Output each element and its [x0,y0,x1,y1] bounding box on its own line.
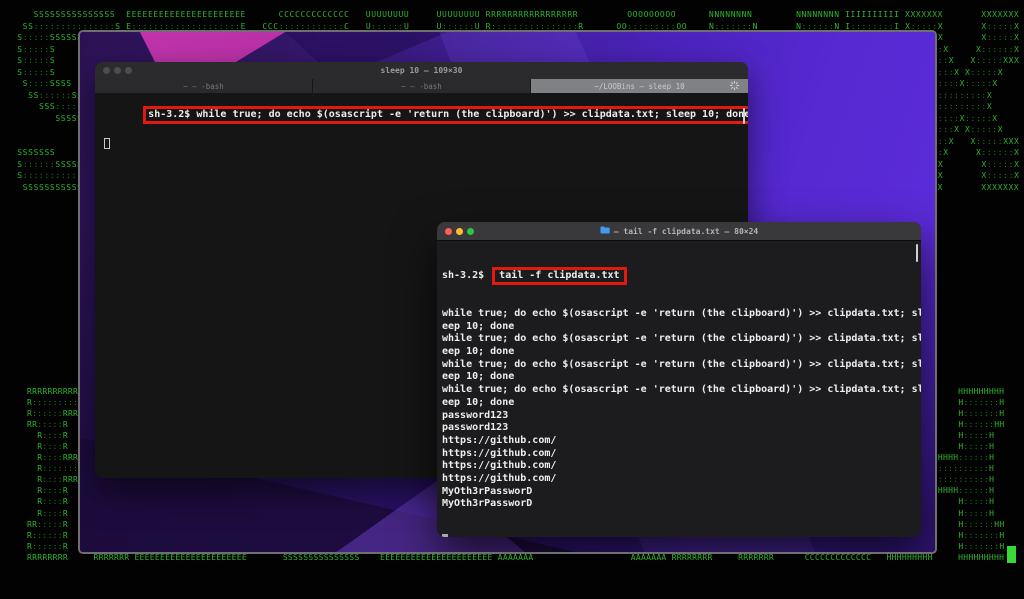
terminal-output-line: https://github.com/ [442,473,921,486]
front-terminal-content[interactable]: sh-3.2$ tail -f clipdata.txt while true;… [437,241,921,537]
back-terminal-titlebar[interactable]: sleep 10 — 109×30 [95,62,748,79]
terminal-output-line: while true; do echo $(osascript -e 'retu… [442,384,921,397]
red-highlight-box: sh-3.2$ while true; do echo $(osascript … [143,106,748,124]
terminal-output: while true; do echo $(osascript -e 'retu… [442,308,921,511]
shell-prompt: sh-3.2$ [442,270,490,281]
active-text-cursor [442,534,448,537]
window-title: — tail -f clipdata.txt — 80×24 [614,227,759,236]
terminal-output-line: eep 10; done [442,346,921,359]
minimize-button[interactable] [456,228,463,235]
terminal-output-line: while true; do echo $(osascript -e 'retu… [442,333,921,346]
tab-activity-spinner-icon [730,81,739,92]
desktop-screenshot: sleep 10 — 109×30 ~ — -bash ~ — -bash ~/… [78,30,937,554]
close-button[interactable] [445,228,452,235]
background-terminal-block-cursor [1007,546,1016,563]
highlighted-command: tail -f clipdata.txt [499,270,619,281]
terminal-output-line: password123 [442,422,921,435]
terminal-output-line: MyOth3rPassworD [442,486,921,499]
scrollbar-thumb[interactable] [916,244,918,262]
tab-bar: ~ — -bash ~ — -bash ~/LOOBins — sleep 10 [95,79,748,93]
shell-command-line: sh-3.2$ while true; do echo $(osascript … [148,109,748,120]
terminal-output-line: https://github.com/ [442,448,921,461]
front-terminal-window[interactable]: — tail -f clipdata.txt — 80×24 sh-3.2$ t… [437,222,921,537]
terminal-output-line: https://github.com/ [442,435,921,448]
inactive-text-cursor [104,138,110,149]
window-title: sleep 10 — 109×30 [95,66,748,75]
zoom-button[interactable] [125,67,132,74]
terminal-output-line: eep 10; done [442,371,921,384]
close-button[interactable] [103,67,110,74]
terminal-output-line: MyOth3rPassworD [442,498,921,511]
red-highlight-box: tail -f clipdata.txt [492,267,626,285]
terminal-output-line: while true; do echo $(osascript -e 'retu… [442,359,921,372]
scrollbar-thumb[interactable] [743,108,745,124]
folder-proxy-icon [600,226,610,236]
shell-prompt-line: sh-3.2$ tail -f clipdata.txt [442,265,921,286]
tab-label: ~/LOOBins — sleep 10 [594,82,684,91]
tab-bash-1[interactable]: ~ — -bash [95,79,313,93]
terminal-output-line: while true; do echo $(osascript -e 'retu… [442,308,921,321]
terminal-output-line: eep 10; done [442,397,921,410]
back-terminal-content[interactable]: sh-3.2$ while true; do echo $(osascript … [95,93,748,171]
front-terminal-titlebar[interactable]: — tail -f clipdata.txt — 80×24 [437,222,921,241]
terminal-output-line: password123 [442,410,921,423]
terminal-output-line: eep 10; done [442,321,921,334]
tab-label: ~ — -bash [401,82,442,91]
tab-loobins-sleep[interactable]: ~/LOOBins — sleep 10 [531,79,748,93]
minimize-button[interactable] [114,67,121,74]
terminal-output-line: https://github.com/ [442,460,921,473]
tab-bash-2[interactable]: ~ — -bash [313,79,531,93]
tab-label: ~ — -bash [183,82,224,91]
zoom-button[interactable] [467,228,474,235]
